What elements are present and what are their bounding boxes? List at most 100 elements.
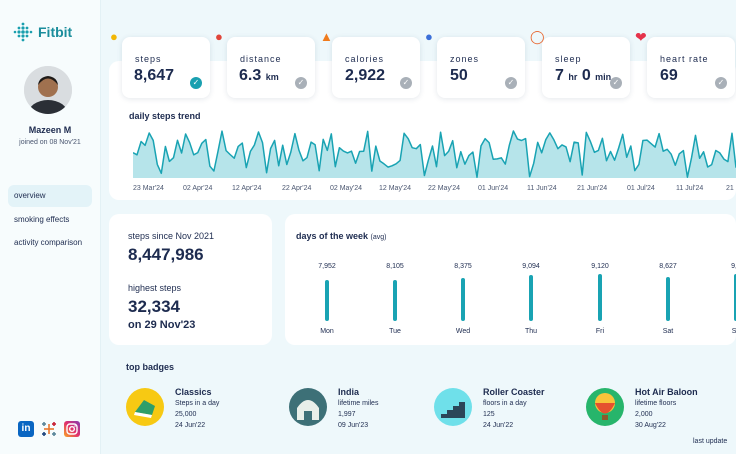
week-day-label: Tue [389,328,401,335]
check-icon: ✓ [190,77,202,89]
badge-description: floors in a day [483,400,527,407]
trend-x-tick: 23 Mar'24 [133,185,164,192]
stairs-badge-icon[interactable] [430,384,476,430]
heart-icon: ❤ [635,29,647,45]
stat-label: sleep [555,54,582,64]
stat-label: steps [135,54,162,64]
badge-name: Roller Coaster [483,387,545,397]
badge-description: Steps in a day [175,400,220,407]
trend-x-tick: 01 Jul'24 [627,185,655,192]
steps-since-label: steps since Nov 2021 [128,231,215,241]
badge-date: 09 Jun'23 [338,422,369,429]
flame-icon: ▲ [320,29,333,44]
stat-value: 6.3 km [239,67,279,84]
stat-card-sleep[interactable]: ◯ sleep 7 hr 0 min ✓ [530,30,630,98]
trend-x-tick: 02 Apr'24 [183,185,213,192]
badge-value: 25,000 [175,411,197,418]
daily-steps-line-chart[interactable] [133,126,736,182]
instagram-icon[interactable] [64,421,80,437]
badge-value: 1,997 [338,411,356,418]
trend-x-tick: 22 May'24 [428,185,461,192]
badge-date: 24 Jun'22 [483,422,514,429]
week-bar-value-label: 8,105 [386,263,404,270]
badge-date: 30 Aug'22 [635,422,666,429]
alarm-clock-icon: ◯ [530,29,545,44]
week-bar[interactable] [529,274,533,321]
app-name: Fitbit [38,24,73,40]
check-icon: ✓ [505,77,517,89]
highest-steps-value: 32,334 [128,297,180,316]
week-day-label: Su [731,328,736,335]
badge-name: India [338,387,360,397]
week-bar[interactable] [666,276,670,321]
nav-overview[interactable]: overview [8,185,92,207]
last-update-label: last update [693,438,728,445]
stat-value: 69 [660,67,678,84]
nav-smoking-effects[interactable]: smoking effects [8,209,92,231]
stat-card-zones[interactable]: ● zones 50 ✓ [425,30,525,98]
week-bar[interactable] [393,279,397,321]
stat-card-distance[interactable]: ● distance 6.3 km ✓ [215,30,315,98]
week-bar-value-label: 7,952 [318,263,336,270]
trend-x-tick: 21 Jun'24 [577,185,608,192]
week-day-label: Thu [524,328,538,335]
profile-name: Mazeen M [28,125,72,135]
stat-value: 2,922 [345,67,386,84]
fitbit-logo[interactable]: Fitbit [13,22,72,42]
week-day-label: Wed [455,328,471,335]
stat-label: distance [240,54,282,64]
shoe-badge-icon[interactable] [122,384,168,430]
stat-label: heart rate [660,54,709,64]
trend-x-tick: 21 [726,185,734,192]
trend-x-tick: 01 Jun'24 [478,185,509,192]
badge-description: lifetime floors [635,400,677,407]
week-bar-value-label: 9,120 [591,263,609,270]
week-chart-title: days of the week (avg) [296,231,387,241]
highest-steps-date: on 29 Nov'23 [128,319,196,331]
week-bar-value-label: 9,094 [522,263,540,270]
stat-label: calories [345,54,385,64]
balloon-badge-icon[interactable] [582,384,628,430]
stat-card-calories[interactable]: ▲ calories 2,922 ✓ [320,30,420,98]
taj-mahal-badge-icon[interactable] [285,384,331,430]
stat-value: 8,647 [134,67,175,84]
trend-x-tick: 12 May'24 [379,185,412,192]
week-day-label: Fri [595,328,605,335]
badge-name: Classics [175,387,212,397]
map-pin-icon: ● [215,29,223,44]
week-day-label: Mon [320,328,334,335]
trend-x-tick: 12 Apr'24 [232,185,262,192]
nav-activity-comparison[interactable]: activity comparison [8,232,92,254]
badge-value: 125 [483,411,495,418]
week-day-label: Sat [662,328,674,335]
trend-x-tick: 11 Jul'24 [676,185,704,192]
week-bar[interactable] [598,274,602,321]
highest-steps-label: highest steps [128,283,182,293]
profile-joined-date: joined on 08 Nov'21 [19,139,81,146]
check-icon: ✓ [295,77,307,89]
week-bar-value-label: 8,627 [659,263,677,270]
totals-card: steps since Nov 2021 8,447,986 highest s… [109,214,272,345]
week-bar-value-label: 8,375 [454,263,472,270]
sneaker-icon: ● [425,29,433,44]
week-bar[interactable] [325,280,329,321]
check-icon: ✓ [610,77,622,89]
trend-x-tick: 11 Jun'24 [527,185,557,192]
badges-title: top badges [126,362,175,372]
linkedin-icon[interactable]: in [18,421,34,437]
badge-name: Hot Air Baloon [635,387,698,397]
tableau-icon[interactable] [41,421,57,437]
check-icon: ✓ [400,77,412,89]
avatar [24,66,72,114]
week-bar[interactable] [461,278,465,321]
check-icon: ✓ [715,77,727,89]
stat-card-heart-rate[interactable]: ❤ heart rate 69 ✓ [635,30,735,98]
badge-value: 2,000 [635,411,653,418]
sidebar: Fitbit Mazeen M joined on 08 Nov'21 over… [0,0,101,454]
badge-description: lifetime miles [338,400,379,407]
stat-value: 7 hr 0 min [555,67,612,84]
trend-title: daily steps trend [129,111,201,121]
badge-date: 24 Jun'22 [175,422,206,429]
stat-value: 50 [450,67,468,84]
stat-card-steps[interactable]: ● steps 8,647 ✓ [110,30,210,98]
